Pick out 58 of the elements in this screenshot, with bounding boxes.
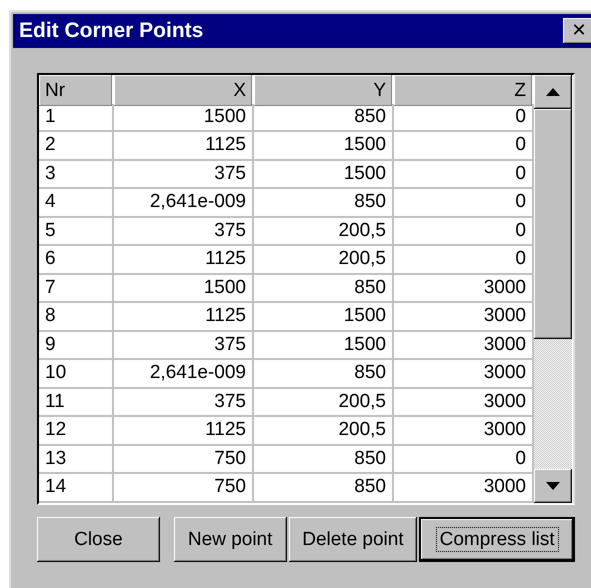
table-cell: 1125 — [114, 246, 254, 274]
table-cell: 5 — [39, 218, 114, 246]
table-cell: 850 — [254, 104, 394, 132]
scroll-up-button[interactable] — [534, 75, 572, 109]
table-cell: 1500 — [254, 132, 394, 160]
column-header[interactable]: Y — [254, 75, 394, 106]
window-title: Edit Corner Points — [19, 19, 204, 43]
table-cell: 850 — [254, 474, 394, 502]
table-cell: 850 — [254, 274, 394, 303]
table-cell: 1500 — [114, 104, 254, 132]
column-header[interactable]: Z — [394, 75, 534, 106]
table-cell: 850 — [254, 189, 394, 218]
table-cell: 8 — [39, 303, 114, 332]
close-button[interactable]: ✕ — [563, 18, 591, 44]
table-cell: 10 — [39, 360, 114, 388]
table-cell: 200,5 — [254, 246, 394, 274]
dialog-button[interactable]: Close — [37, 517, 160, 562]
dialog-button[interactable]: Delete point — [288, 517, 418, 562]
column-header[interactable]: Nr — [39, 75, 114, 106]
table-cell: 1500 — [254, 332, 394, 360]
table-cell: 375 — [114, 218, 254, 246]
table-cell: 2 — [39, 132, 114, 160]
table-cell: 375 — [114, 160, 254, 189]
column-header[interactable]: X — [114, 75, 254, 106]
table-cell: 7 — [39, 274, 114, 303]
table-cell: 200,5 — [254, 417, 394, 446]
scrollbar[interactable] — [534, 75, 572, 503]
table-cell: 1500 — [114, 274, 254, 303]
down-arrow-icon — [546, 482, 560, 490]
dialog-button[interactable]: Compress list — [419, 517, 575, 562]
table-cell: 6 — [39, 246, 114, 274]
table-cell: 2,641e-009 — [114, 189, 254, 218]
scroll-thumb[interactable] — [534, 109, 572, 339]
table-cell: 850 — [254, 360, 394, 388]
table-cell: 9 — [39, 332, 114, 360]
scroll-down-button[interactable] — [534, 469, 572, 503]
table-cell: 1500 — [254, 160, 394, 189]
table-cell: 1125 — [114, 303, 254, 332]
table-cell: 1500 — [254, 303, 394, 332]
table-cell: 4 — [39, 189, 114, 218]
table-cell: 3 — [39, 160, 114, 189]
table-cell: 375 — [114, 332, 254, 360]
table-cell: 11 — [39, 388, 114, 417]
table-cell: 750 — [114, 474, 254, 502]
table-cell: 14 — [39, 474, 114, 502]
table-cell: 1125 — [114, 132, 254, 160]
table-cell: 12 — [39, 417, 114, 446]
table-cell: 1125 — [114, 417, 254, 446]
table-cell: 200,5 — [254, 388, 394, 417]
table-cell: 200,5 — [254, 218, 394, 246]
table-cell: 13 — [39, 446, 114, 474]
table-cell: 850 — [254, 446, 394, 474]
table-cell: 375 — [114, 388, 254, 417]
table-cell: 2,641e-009 — [114, 360, 254, 388]
table-cell: 1 — [39, 104, 114, 132]
dialog-button[interactable]: New point — [174, 517, 287, 562]
table-cell: 750 — [114, 446, 254, 474]
up-arrow-icon — [546, 88, 560, 96]
